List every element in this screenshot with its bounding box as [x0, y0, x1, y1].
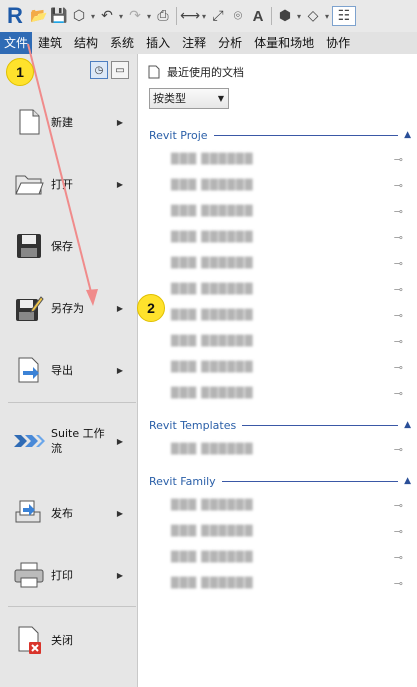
annotation-arrow: [27, 43, 98, 306]
callout-badge-2: 2: [137, 294, 165, 322]
callout-badge-1: 1: [6, 58, 34, 86]
